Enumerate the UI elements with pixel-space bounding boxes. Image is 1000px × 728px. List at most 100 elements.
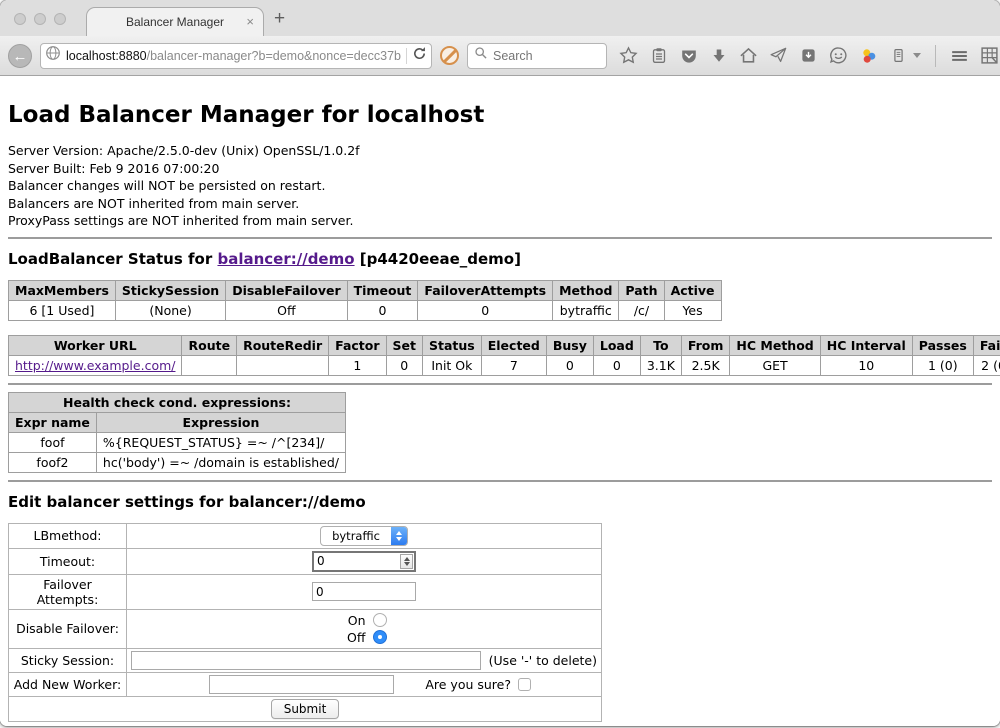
hello-palette-icon[interactable] — [859, 46, 878, 65]
cell-from: 2.5K — [681, 355, 730, 375]
search-bar[interactable] — [467, 43, 607, 69]
back-button[interactable]: ← — [8, 44, 32, 68]
download-icon[interactable] — [709, 46, 728, 65]
cell-busy: 0 — [546, 355, 593, 375]
disable-failover-off-radio[interactable] — [373, 630, 387, 644]
block-extension-icon[interactable] — [440, 46, 459, 65]
pocket-icon[interactable] — [679, 46, 698, 65]
persist-note-line: Balancer changes will NOT be persisted o… — [8, 177, 992, 195]
column-header: Route — [182, 335, 237, 355]
cell-passes: 1 (0) — [912, 355, 973, 375]
send-plane-icon[interactable] — [769, 46, 788, 65]
sticky-session-hint: (Use '-' to delete) — [489, 653, 597, 668]
tab-close-icon[interactable]: × — [246, 14, 254, 29]
cell-disablefailover: Off — [226, 300, 347, 320]
column-header: From — [681, 335, 730, 355]
cell-worker-url: http://www.example.com/ — [9, 355, 182, 375]
table-row: foof %{REQUEST_STATUS} =~ /^[234]/ — [9, 432, 346, 452]
column-header: Method — [553, 280, 619, 300]
cell-failoverattempts: 0 — [418, 300, 553, 320]
number-spinner-icon[interactable] — [400, 554, 413, 569]
home-icon[interactable] — [739, 46, 758, 65]
edit-balancer-form: LBmethod: bytraffic Timeout: — [8, 523, 602, 722]
cell-factor: 1 — [329, 355, 386, 375]
add-worker-input[interactable] — [209, 675, 394, 694]
tab-title: Balancer Manager — [126, 15, 224, 29]
column-header: Expression — [96, 412, 345, 432]
reload-icon[interactable] — [412, 46, 427, 66]
grid-panel-icon[interactable] — [980, 46, 999, 65]
form-row-failover-attempts: Failover Attempts: — [9, 574, 602, 609]
lbmethod-select[interactable]: bytraffic — [320, 526, 408, 546]
edit-settings-heading: Edit balancer settings for balancer://de… — [8, 493, 992, 511]
page-content: Load Balancer Manager for localhost Serv… — [0, 76, 1000, 726]
search-icon — [474, 46, 488, 65]
close-window-button[interactable] — [14, 13, 26, 25]
column-header: FailoverAttempts — [418, 280, 553, 300]
tab-balancer-manager[interactable]: Balancer Manager × — [86, 7, 264, 36]
cell-stickysession: (None) — [115, 300, 225, 320]
status-heading-prefix: LoadBalancer Status for — [8, 250, 212, 268]
toolbar-separator — [935, 45, 936, 67]
chevron-down-icon[interactable] — [913, 53, 921, 58]
form-row-timeout: Timeout: — [9, 548, 602, 574]
sidebar-panel-icon[interactable] — [889, 46, 908, 65]
balancer-params-table: MaxMembers StickySession DisableFailover… — [8, 280, 722, 321]
save-to-device-icon[interactable] — [799, 46, 818, 65]
form-row-add-worker: Add New Worker: Are you sure? — [9, 672, 602, 696]
minimize-window-button[interactable] — [34, 13, 46, 25]
cell-method: bytraffic — [553, 300, 619, 320]
bookmark-star-icon[interactable] — [619, 46, 638, 65]
health-check-table: Health check cond. expressions: Expr nam… — [8, 392, 346, 473]
section-divider — [8, 237, 992, 239]
table-row: foof2 hc('body') =~ /domain is establish… — [9, 452, 346, 472]
timeout-input[interactable] — [314, 554, 400, 568]
column-header: Set — [386, 335, 422, 355]
new-tab-button[interactable]: + — [274, 8, 285, 30]
column-header: MaxMembers — [9, 280, 116, 300]
column-header: Path — [619, 280, 664, 300]
reading-list-icon[interactable] — [649, 46, 668, 65]
url-domain: localhost:8880 — [66, 49, 147, 63]
failover-attempts-input[interactable] — [312, 582, 416, 601]
chat-smiley-icon[interactable] — [829, 46, 848, 65]
are-you-sure-checkbox[interactable] — [518, 678, 531, 691]
form-row-disable-failover: Disable Failover: On Off — [9, 609, 602, 648]
search-input[interactable] — [493, 49, 593, 63]
column-header: Active — [664, 280, 721, 300]
cell-status: Init Ok — [423, 355, 482, 375]
zoom-window-button[interactable] — [54, 13, 66, 25]
cell-expression: hc('body') =~ /domain is established/ — [96, 452, 345, 472]
balancer-demo-link[interactable]: balancer://demo — [217, 250, 354, 268]
worker-table: Worker URL Route RouteRedir Factor Set S… — [8, 335, 1000, 376]
column-header: Fails — [973, 335, 1000, 355]
worker-url-link[interactable]: http://www.example.com/ — [15, 358, 175, 373]
server-version-line: Server Version: Apache/2.5.0-dev (Unix) … — [8, 142, 992, 160]
cell-expr-name: foof — [9, 432, 97, 452]
timeout-field-wrapper — [312, 551, 416, 572]
cell-expression: %{REQUEST_STATUS} =~ /^[234]/ — [96, 432, 345, 452]
cell-route — [182, 355, 237, 375]
sticky-session-input[interactable] — [131, 651, 481, 670]
cell-maxmembers: 6 [1 Used] — [9, 300, 116, 320]
table-header-row: Worker URL Route RouteRedir Factor Set S… — [9, 335, 1000, 355]
url-bar[interactable]: localhost:8880/balancer-manager?b=demo&n… — [40, 43, 432, 69]
cell-routeredir — [237, 355, 329, 375]
radio-off-label: Off — [342, 629, 366, 646]
menu-hamburger-icon[interactable] — [950, 46, 969, 65]
disable-failover-on-radio[interactable] — [373, 613, 387, 627]
form-row-sticky-session: Sticky Session: (Use '-' to delete) — [9, 648, 602, 672]
submit-button[interactable]: Submit — [271, 699, 340, 719]
column-header: HC Interval — [820, 335, 912, 355]
select-stepper-icon — [391, 527, 407, 545]
window-controls — [14, 13, 66, 25]
section-divider — [8, 383, 992, 385]
column-header: Load — [593, 335, 640, 355]
column-header: Expr name — [9, 412, 97, 432]
urlbar-divider — [406, 48, 407, 64]
url-path: /balancer-manager?b=demo&nonce=decc37be-… — [147, 49, 401, 63]
toolbar-icons — [619, 45, 999, 67]
cell-active: Yes — [664, 300, 721, 320]
are-you-sure-label: Are you sure? — [425, 677, 511, 692]
url-text[interactable]: localhost:8880/balancer-manager?b=demo&n… — [66, 49, 401, 63]
